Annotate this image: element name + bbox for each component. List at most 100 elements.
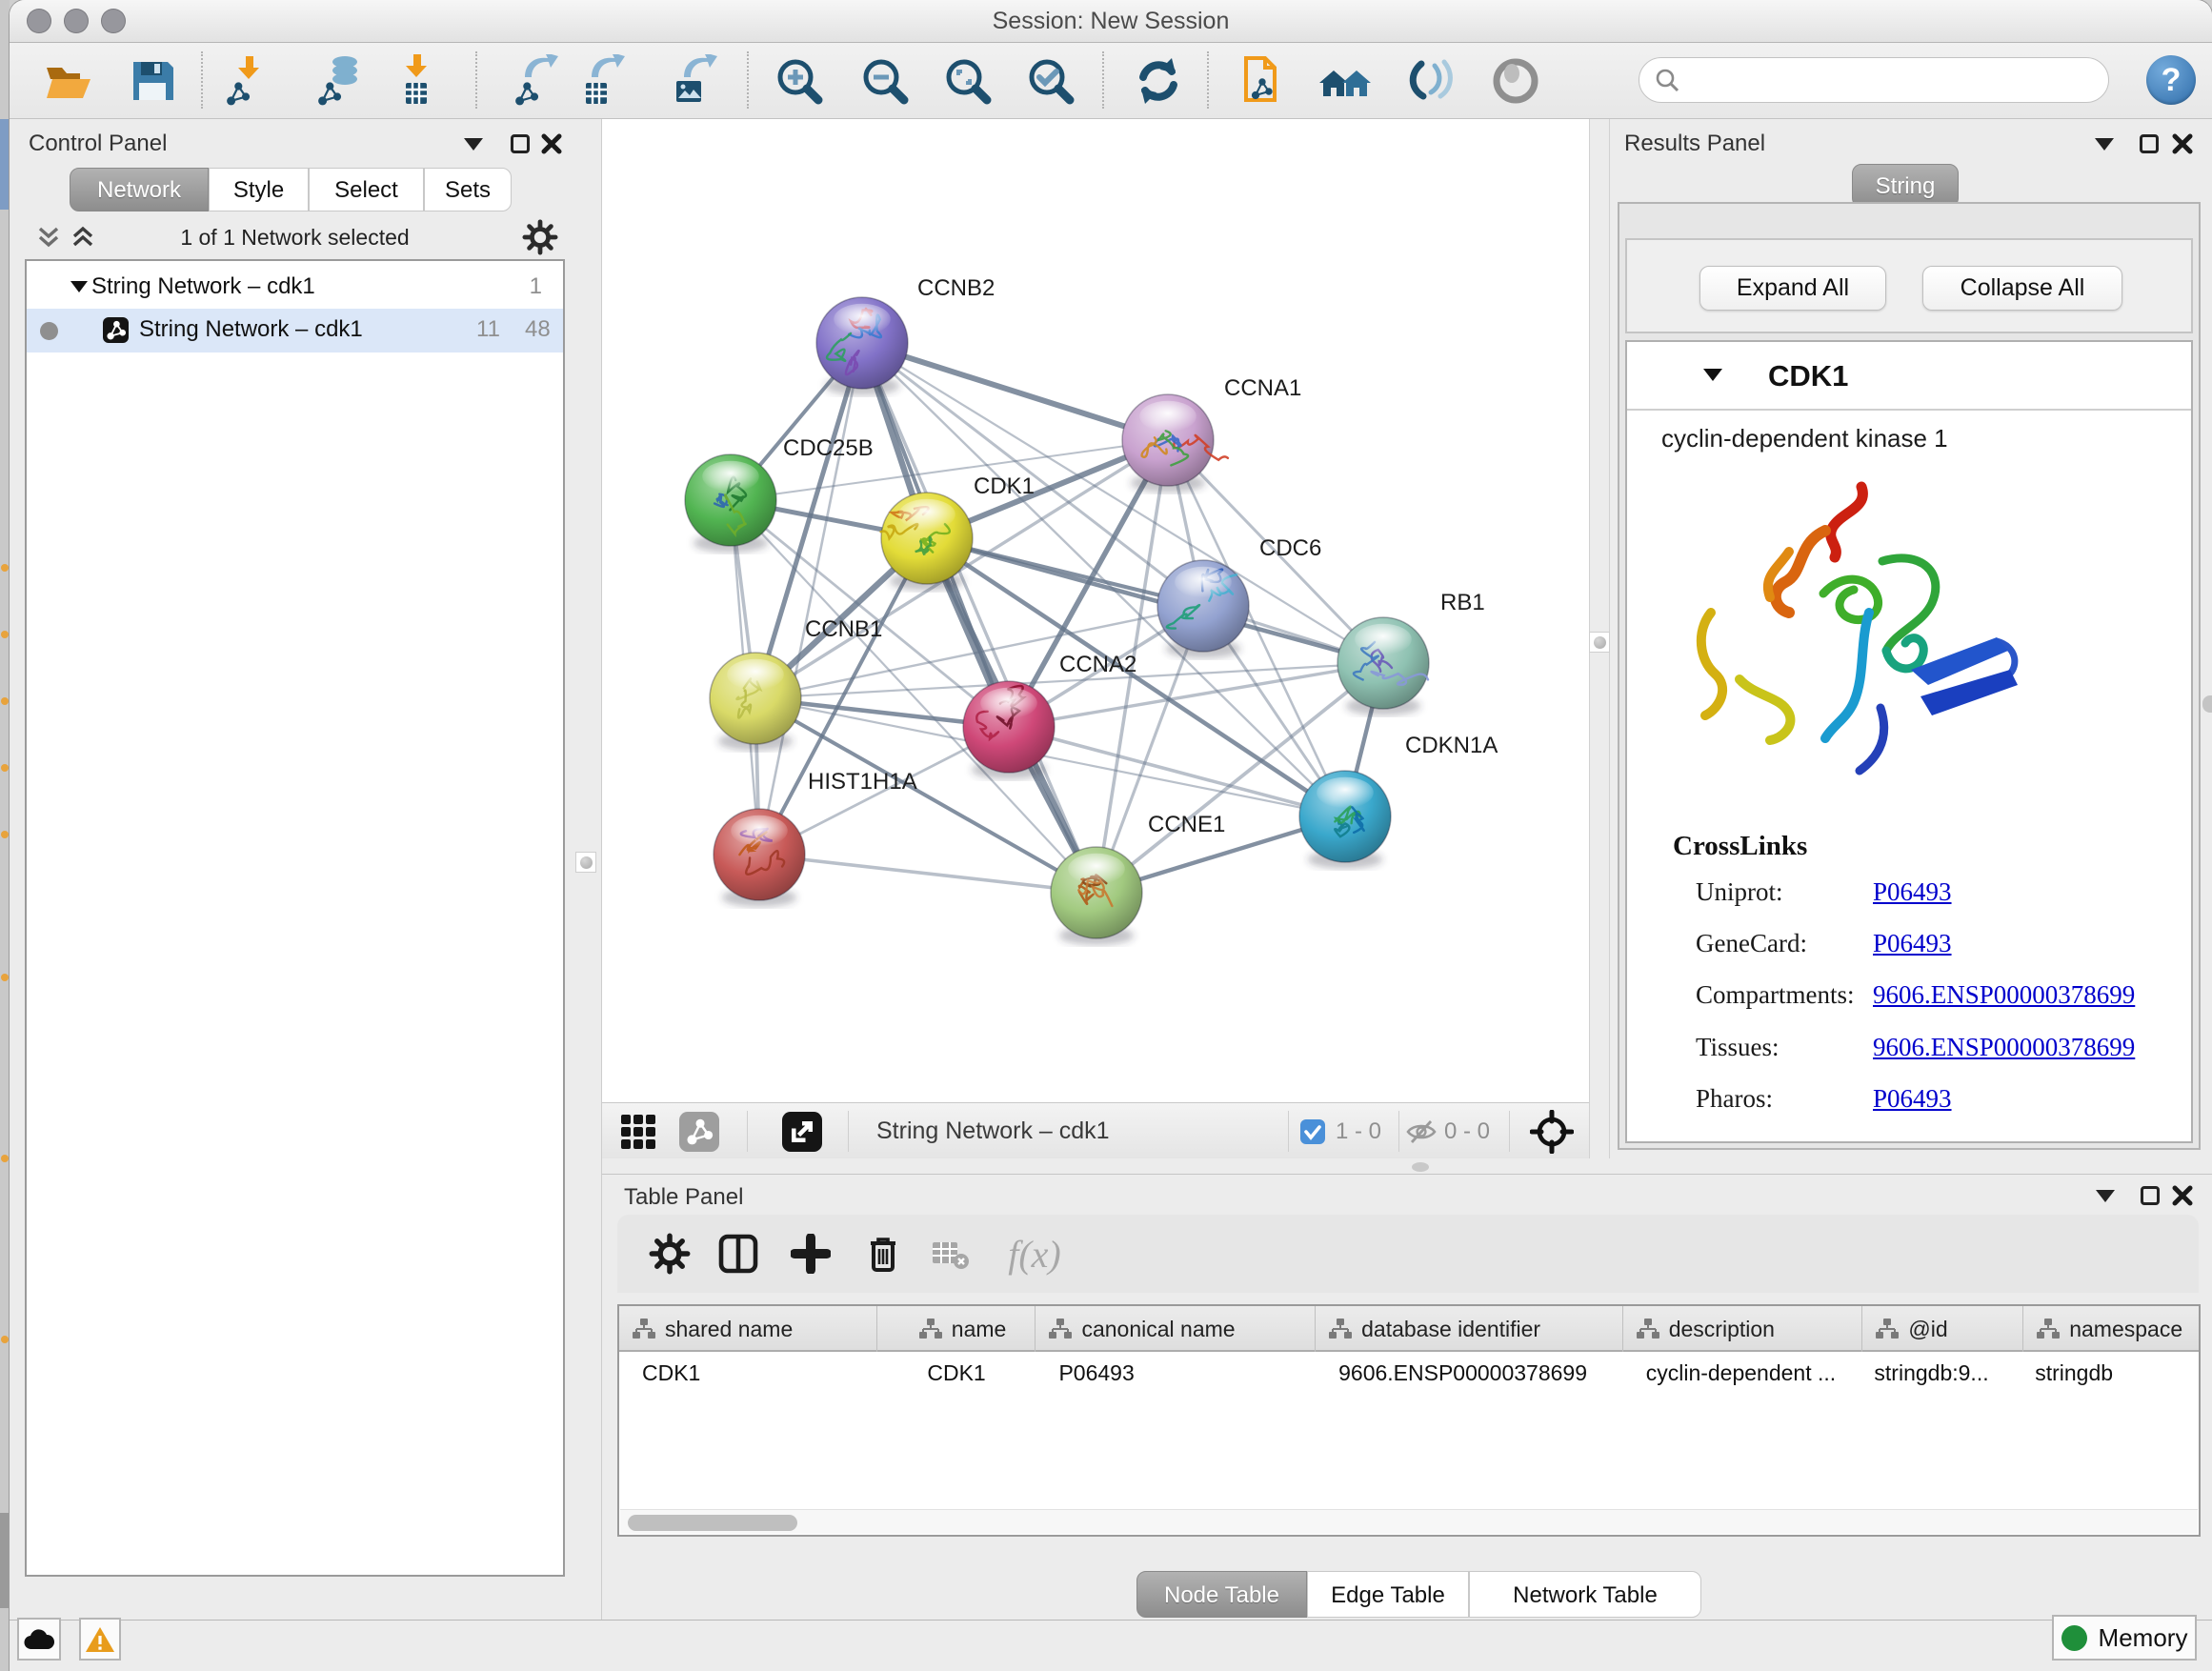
table-panel-menu-icon[interactable]: [2096, 1190, 2115, 1202]
column-header-id[interactable]: @id: [1862, 1306, 2023, 1352]
column-header-canonical-name[interactable]: canonical name: [1036, 1306, 1316, 1352]
global-search-input[interactable]: [1679, 68, 2080, 92]
export-image-icon[interactable]: [668, 53, 723, 109]
node-label-CDC6: CDC6: [1259, 535, 1321, 561]
column-header-description[interactable]: description: [1623, 1306, 1863, 1352]
show-columns-icon[interactable]: [713, 1228, 764, 1279]
tab-node-table[interactable]: Node Table: [1136, 1571, 1307, 1618]
zoom-out-icon[interactable]: [857, 53, 913, 109]
control-panel-float-button[interactable]: [511, 134, 530, 153]
column-header-database-identifier[interactable]: database identifier: [1316, 1306, 1623, 1352]
zoom-selected-icon[interactable]: [1023, 53, 1078, 109]
network-collection-row[interactable]: String Network – cdk1 1: [27, 269, 563, 309]
crosslink-row: GeneCard: P06493: [1696, 929, 2182, 967]
tab-network[interactable]: Network: [70, 168, 209, 211]
column-header-namespace[interactable]: namespace: [2023, 1306, 2199, 1352]
share-document-icon[interactable]: [1236, 53, 1291, 109]
node-label-CCNE1: CCNE1: [1148, 812, 1225, 837]
import-table-icon[interactable]: [389, 53, 444, 109]
export-table-icon[interactable]: [575, 53, 631, 109]
node-label-CCNB1: CCNB1: [805, 616, 882, 642]
tab-select[interactable]: Select: [309, 168, 424, 211]
add-column-plus-icon[interactable]: [785, 1228, 836, 1279]
table-horizontal-scrollbar[interactable]: [620, 1509, 2198, 1534]
left-splitter[interactable]: [572, 119, 602, 1620]
table-panel-float-button[interactable]: [2141, 1186, 2160, 1205]
collection-caret-icon[interactable]: [70, 281, 88, 292]
crosslink-row: Pharos: P06493: [1696, 1084, 2182, 1122]
node-table[interactable]: shared name name canonical name database…: [617, 1304, 2201, 1537]
memory-button[interactable]: Memory: [2052, 1615, 2197, 1661]
string-network-icon: [103, 317, 129, 343]
network-node-CCNB1[interactable]: CCNB1: [710, 616, 882, 751]
column-header-name[interactable]: name: [877, 1306, 1036, 1352]
gear-icon[interactable]: [522, 219, 558, 255]
panel-edge-handle[interactable]: [2202, 695, 2212, 713]
protein-name: CDK1: [1768, 359, 1848, 393]
crosslink-label: Uniprot:: [1696, 877, 1783, 906]
crosslink-value-link[interactable]: P06493: [1873, 929, 1952, 958]
collapse-all-button[interactable]: Collapse All: [1922, 266, 2122, 311]
table-panel-close-icon[interactable]: [2172, 1185, 2193, 1206]
control-panel-close-icon[interactable]: [541, 133, 562, 154]
homes-icon[interactable]: [1317, 53, 1372, 109]
crosslink-value-link[interactable]: 9606.ENSP00000378699: [1873, 1033, 2135, 1062]
cloud-status-button[interactable]: [17, 1618, 61, 1661]
network-share-view-icon[interactable]: [678, 1111, 720, 1153]
fit-crosshair-icon[interactable]: [1530, 1110, 1574, 1154]
column-header-shared-name[interactable]: shared name: [619, 1306, 877, 1352]
network-selection-status: 1 of 1 Network selected: [25, 225, 565, 251]
tab-style[interactable]: Style: [209, 168, 309, 211]
results-panel-title: Results Panel: [1624, 131, 1765, 157]
tab-sets[interactable]: Sets: [424, 168, 512, 211]
table-settings-gear-icon[interactable]: [644, 1228, 695, 1279]
expand-all-button[interactable]: Expand All: [1699, 266, 1886, 311]
tab-edge-table[interactable]: Edge Table: [1307, 1571, 1469, 1618]
birdseye-view-icon[interactable]: [781, 1111, 823, 1153]
hide-eye-icon[interactable]: [1403, 53, 1458, 109]
table-row[interactable]: CDK1 CDK1 P06493 9606.ENSP00000378699 cy…: [619, 1352, 2199, 1394]
delete-column-trash-icon[interactable]: [857, 1228, 909, 1279]
crosslink-row: Tissues: 9606.ENSP00000378699: [1696, 1033, 2182, 1071]
import-network-from-database-icon[interactable]: [312, 53, 367, 109]
right-splitter[interactable]: [1589, 119, 1610, 1174]
network-node-CDKN1A[interactable]: CDKN1A: [1299, 733, 1498, 869]
memory-label: Memory: [2099, 1623, 2188, 1653]
network-node-RB1[interactable]: RB1: [1337, 590, 1485, 715]
network-row-selected[interactable]: String Network – cdk1 11 48: [27, 309, 563, 352]
control-panel-menu-icon[interactable]: [464, 138, 483, 151]
zoom-fit-icon[interactable]: [940, 53, 995, 109]
refresh-icon[interactable]: [1131, 53, 1186, 109]
results-panel-menu-icon[interactable]: [2095, 138, 2114, 151]
string-network-graph[interactable]: CCNB2CCNA1CDC25BCDK1CDC6RB1CCNB1CCNA2CDK…: [602, 119, 1589, 1102]
open-session-icon[interactable]: [40, 53, 95, 109]
tab-network-table[interactable]: Network Table: [1469, 1571, 1701, 1618]
import-network-icon[interactable]: [220, 53, 275, 109]
zoom-in-icon[interactable]: [772, 53, 827, 109]
selected-checkbox-icon[interactable]: [1299, 1118, 1326, 1145]
crosslink-value-link[interactable]: P06493: [1873, 877, 1952, 907]
gray-sphere-icon[interactable]: [1488, 53, 1543, 109]
string-results-container: Expand All Collapse All CDK1 cyclin-depe…: [1618, 202, 2201, 1150]
export-network-icon[interactable]: [509, 53, 564, 109]
protein-detail-card: CDK1 cyclin-dependent kinase 1: [1625, 340, 2193, 1143]
grid-view-icon[interactable]: [617, 1111, 659, 1153]
network-node-CCNA1[interactable]: CCNA1: [1122, 375, 1301, 493]
crosslink-value-link[interactable]: 9606.ENSP00000378699: [1873, 980, 2135, 1010]
help-button[interactable]: ?: [2146, 55, 2196, 105]
desktop-edge-artifact: [0, 0, 10, 1671]
crosslink-value-link[interactable]: P06493: [1873, 1084, 1952, 1114]
warnings-button[interactable]: [79, 1618, 121, 1661]
warning-icon: [84, 1625, 116, 1654]
crosslink-label: Tissues:: [1696, 1033, 1780, 1061]
network-node-HIST1H1A[interactable]: HIST1H1A: [714, 769, 917, 907]
protein-caret-icon[interactable]: [1703, 369, 1722, 381]
results-panel-close-icon[interactable]: [2172, 133, 2193, 154]
edge-count: 48: [525, 316, 551, 343]
save-session-icon[interactable]: [125, 53, 180, 109]
node-count: 11: [476, 316, 500, 343]
delete-table-icon: [924, 1228, 975, 1279]
network-node-CCNE1[interactable]: CCNE1: [1051, 812, 1225, 945]
results-panel-float-button[interactable]: [2140, 134, 2159, 153]
protein-card-header[interactable]: CDK1: [1627, 342, 2191, 411]
